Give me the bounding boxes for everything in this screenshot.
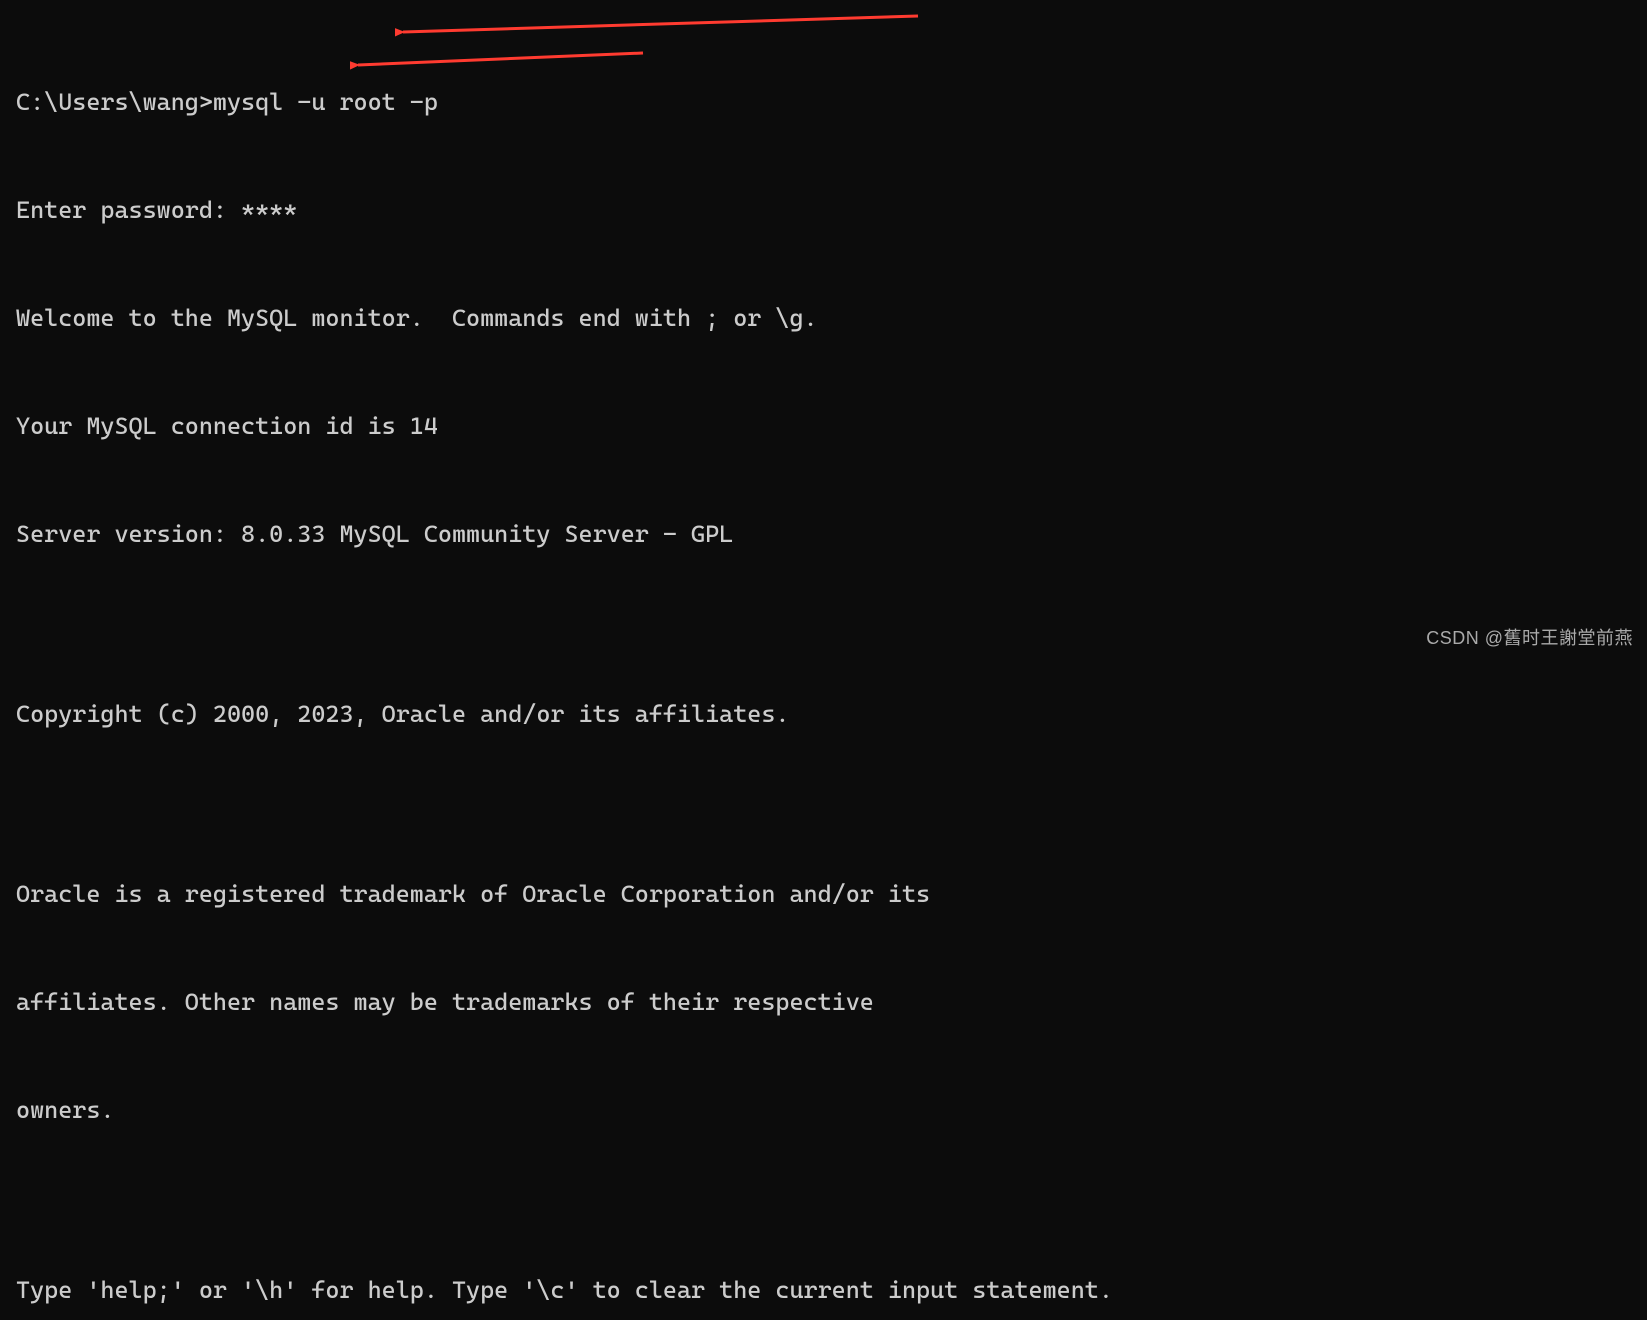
copyright-line: Copyright (c) 2000, 2023, Oracle and/or … — [16, 696, 1631, 732]
welcome-line: Welcome to the MySQL monitor. Commands e… — [16, 300, 1631, 336]
trademark-line-1: Oracle is a registered trademark of Orac… — [16, 876, 1631, 912]
command-line: C:\Users\wang>mysql -u root -p — [16, 84, 1631, 120]
connection-id-line: Your MySQL connection id is 14 — [16, 408, 1631, 444]
help-line: Type 'help;' or '\h' for help. Type '\c'… — [16, 1272, 1631, 1308]
trademark-line-3: owners. — [16, 1092, 1631, 1128]
password-line: Enter password: **** — [16, 192, 1631, 228]
terminal-output: C:\Users\wang>mysql -u root -p Enter pas… — [16, 12, 1631, 1320]
server-version-line: Server version: 8.0.33 MySQL Community S… — [16, 516, 1631, 552]
watermark-text: CSDN @舊时王謝堂前燕 — [1426, 625, 1633, 652]
trademark-line-2: affiliates. Other names may be trademark… — [16, 984, 1631, 1020]
